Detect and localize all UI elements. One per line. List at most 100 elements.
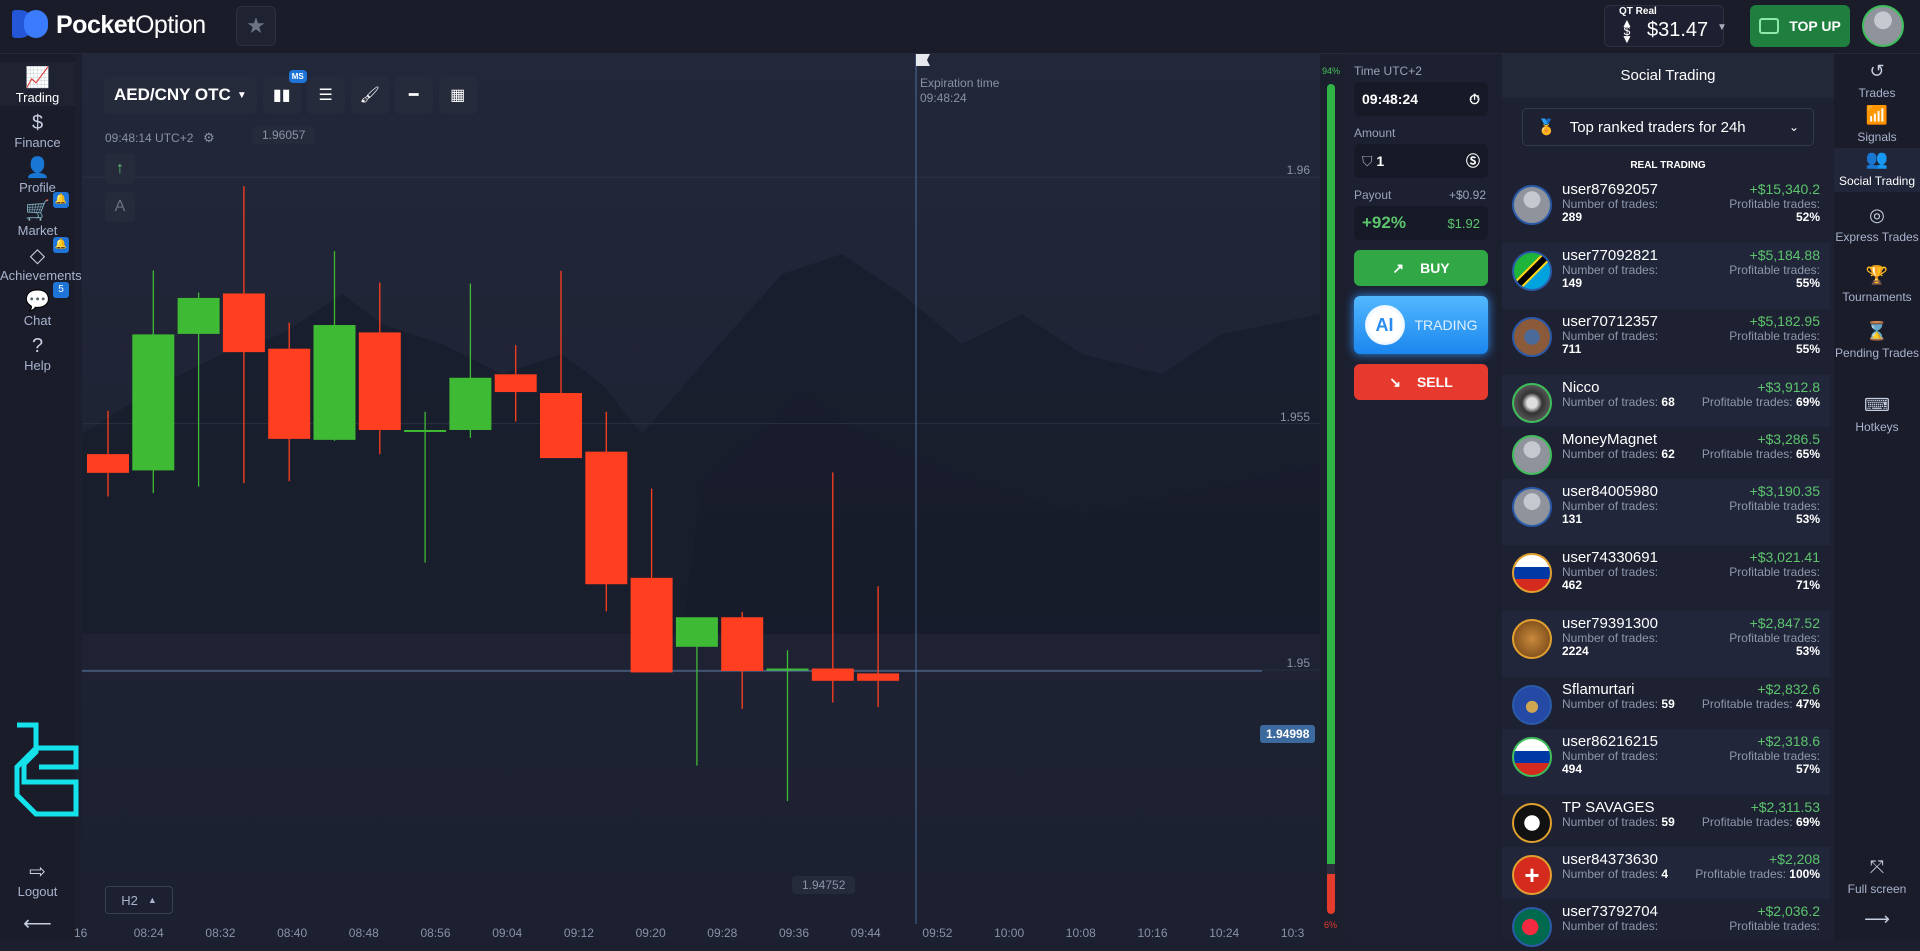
trader-profit: +$2,832.6 — [1757, 681, 1820, 697]
sell-button[interactable]: ↘ SELL — [1354, 364, 1488, 400]
favorites-button[interactable]: ★ — [236, 6, 276, 46]
chart-type-button[interactable]: ▮▮ MS — [262, 70, 307, 114]
trader-list-item[interactable]: user77092821 Number of trades: 149 +$5,184.… — [1502, 243, 1830, 309]
indicators-button[interactable]: ☰ — [306, 76, 345, 114]
notification-badge: 🔔 — [53, 237, 69, 253]
sidebar-item-finance[interactable]: $ Finance — [0, 107, 75, 151]
candle-body — [404, 429, 447, 432]
grid-icon: ▦ — [450, 87, 466, 104]
trader-list-item[interactable]: user84005980 Number of trades: 131 +$3,190.… — [1502, 479, 1830, 545]
sidebar-item-profile[interactable]: 👤 Profile — [0, 152, 75, 196]
buy-button[interactable]: ↗ BUY — [1354, 250, 1488, 286]
sidebar-item-pending-trades[interactable]: ⌛ Pending Trades — [1834, 320, 1920, 364]
expiration-time-input[interactable]: 09:48:24 ⏱ — [1354, 82, 1488, 116]
user-avatar[interactable] — [1862, 5, 1904, 47]
layout-button[interactable]: ▦ — [438, 76, 477, 114]
sidebar-item-express-trades[interactable]: ◎ Express Trades — [1834, 204, 1920, 248]
trader-list-item[interactable]: user79391300 Number of trades: 2224 +$2,847… — [1502, 611, 1830, 677]
sidebar-item-trading[interactable]: 📈 Trading — [0, 62, 75, 106]
trader-name: user70712357 — [1562, 313, 1658, 330]
trader-profit: +$2,847.52 — [1749, 615, 1820, 631]
profitable-rate: Profitable trades: 69% — [1701, 395, 1820, 409]
trader-list-item[interactable]: user74330691 Number of trades: 462 +$3,021.… — [1502, 545, 1830, 611]
profitable-rate: Profitable trades: 65% — [1701, 447, 1820, 461]
asset-selector[interactable]: AED/CNY OTC ▼ — [104, 76, 257, 114]
sidebar-item-signals[interactable]: 📶 Signals — [1834, 104, 1920, 148]
trade-count: Number of trades: 494 — [1562, 749, 1659, 776]
trader-avatar: + — [1512, 855, 1552, 895]
buy-label: BUY — [1420, 260, 1450, 276]
sidebar-item-label: Profile — [19, 180, 56, 195]
timeframe-selector[interactable]: H2 ▲ — [105, 886, 173, 914]
currency-dollar-icon[interactable]: Ⓢ — [1466, 151, 1480, 171]
trader-list-item[interactable]: TP SAVAGES Number of trades: 59 +$2,311.53… — [1502, 795, 1830, 847]
timer-mode-icon[interactable]: ⏱ — [1469, 91, 1480, 108]
text-tool[interactable]: A — [105, 192, 135, 222]
trader-list-item[interactable]: Nicco Number of trades: 68 +$3,912.8 Profit… — [1502, 375, 1830, 427]
collapse-panel-button[interactable]: ⟶ — [1834, 909, 1920, 934]
trade-count-value: 711 — [1562, 342, 1582, 356]
ranking-filter-dropdown[interactable]: 🏅 Top ranked traders for 24h ⌄ — [1522, 108, 1814, 146]
sidebar-item-chat[interactable]: 💬 Chat 5 — [0, 282, 75, 329]
x-axis-tick: 08:24 — [133, 926, 164, 940]
ai-trading-label: TRADING — [1414, 317, 1478, 333]
trader-avatar — [1512, 317, 1552, 357]
trade-count-value: 462 — [1562, 578, 1583, 592]
sentiment-down-percent: 6% — [1324, 920, 1338, 930]
trend-arrow-tool[interactable]: ↑ — [105, 154, 135, 184]
trader-list-item[interactable]: user87692057 Number of trades: 289 +$15,340… — [1502, 177, 1830, 243]
sidebar-item-label: Market — [17, 223, 58, 238]
trader-name: user77092821 — [1562, 247, 1658, 264]
x-axis-tick: 09:20 — [635, 926, 666, 940]
top-up-button[interactable]: TOP UP — [1750, 5, 1850, 47]
profitable-rate-value: 71% — [1795, 578, 1820, 592]
fullscreen-button[interactable]: ⤧ Full screen — [1834, 858, 1920, 896]
trader-avatar — [1512, 383, 1552, 423]
trader-list-item[interactable]: + user84373630 Number of trades: 4 +$2,208 P… — [1502, 847, 1830, 899]
logout-button[interactable]: ⇨ Logout — [0, 860, 75, 899]
drawing-tools-button[interactable]: 🖌 — [350, 76, 389, 114]
trade-count: Number of trades: — [1562, 919, 1659, 933]
sidebar-item-market[interactable]: 🛒 Market 🔔 — [0, 192, 75, 239]
trader-profit: +$3,286.5 — [1757, 431, 1820, 447]
amount-input[interactable]: ⛉ 1 Ⓢ — [1354, 144, 1488, 178]
sell-label: SELL — [1416, 374, 1453, 390]
sliders-icon: ☰ — [318, 87, 333, 104]
trade-count-value: 149 — [1562, 276, 1583, 290]
arrow-right-icon: ⟶ — [1864, 909, 1890, 929]
chart-settings-gear-icon[interactable]: ⚙ — [203, 130, 215, 146]
sidebar-item-achievements[interactable]: ◇ Achievements 🔔 — [0, 237, 82, 284]
trader-avatar — [1512, 737, 1552, 777]
brand-logo[interactable]: PocketOption — [12, 10, 206, 40]
profitable-rate-value: 55% — [1795, 342, 1820, 356]
sidebar-item-trades[interactable]: ↺ Trades — [1834, 60, 1920, 104]
trader-list-item[interactable]: user73792704 Number of trades: +$2,036.2 P… — [1502, 899, 1830, 951]
sidebar-item-help[interactable]: ? Help — [0, 330, 75, 374]
time-label: Time UTC+2 — [1354, 64, 1422, 78]
candle-body — [630, 577, 673, 673]
x-axis-tick: 09:12 — [563, 926, 594, 940]
candlestick-chart — [82, 54, 1320, 924]
trader-profit: +$3,912.8 — [1757, 379, 1820, 395]
sidebar-item-hotkeys[interactable]: ⌨ Hotkeys — [1834, 394, 1920, 438]
arrow-up-right-icon: ↗ — [1392, 259, 1405, 276]
account-balance-selector[interactable]: QT Real ▲ $ ▼ $31.47 ▼ — [1604, 5, 1727, 47]
trade-count-value: 289 — [1562, 210, 1583, 224]
ai-trading-button[interactable]: AI TRADING — [1354, 296, 1488, 354]
trader-avatar — [1512, 251, 1552, 291]
watermark-logo-icon — [14, 722, 79, 817]
trader-list-item[interactable]: user70712357 Number of trades: 711 +$5,182.… — [1502, 309, 1830, 375]
trade-count-value: 131 — [1562, 512, 1583, 526]
caret-down-icon: ▼ — [236, 89, 247, 101]
trader-list-item[interactable]: Sflamurtari Number of trades: 59 +$2,832.6… — [1502, 677, 1830, 729]
chart-area[interactable] — [82, 54, 1320, 941]
line-tool-button[interactable]: ━ — [394, 76, 433, 114]
sidebar-item-social-trading[interactable]: 👥 Social Trading — [1834, 148, 1920, 192]
trader-list-item[interactable]: user86216215 Number of trades: 494 +$2,318.… — [1502, 729, 1830, 795]
trader-list-item[interactable]: MoneyMagnet Number of trades: 62 +$3,286.5… — [1502, 427, 1830, 479]
sidebar-item-label: Pending Trades — [1834, 346, 1920, 360]
social-trading-panel: Social Trading 🏅 Top ranked traders for 2… — [1502, 54, 1834, 947]
sidebar-item-tournaments[interactable]: 🏆 Tournaments — [1834, 264, 1920, 308]
x-axis-tick: 10:00 — [994, 926, 1025, 940]
collapse-sidebar-button[interactable]: ⟵ — [0, 912, 75, 936]
